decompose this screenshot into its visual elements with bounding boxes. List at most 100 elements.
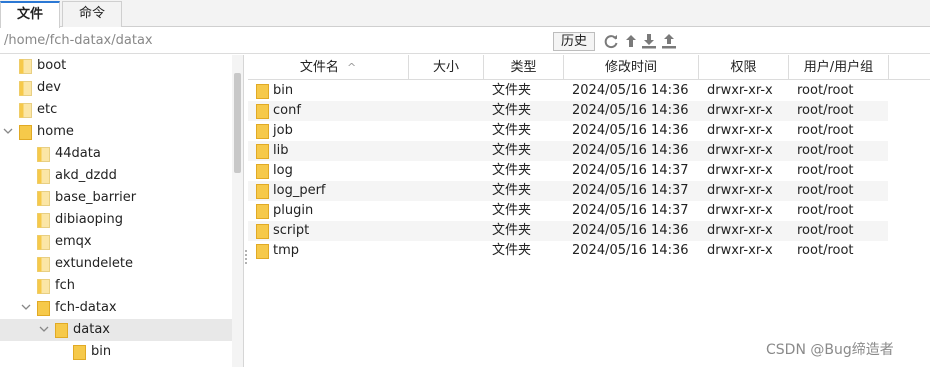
upload-arrow-icon[interactable] xyxy=(623,33,639,49)
tree-item-extundelete[interactable]: extundelete xyxy=(0,253,232,275)
tree-item-etc[interactable]: etc xyxy=(0,99,232,121)
file-list-header: 文件名 ^ 大小 类型 修改时间 权限 用户/用户组 xyxy=(248,55,930,80)
tree-item-datax[interactable]: datax xyxy=(0,319,232,341)
download-icon[interactable] xyxy=(641,33,657,49)
tree-item-label: emqx xyxy=(55,234,92,249)
file-name: log_perf xyxy=(273,183,326,198)
file-type: 文件夹 xyxy=(492,103,532,118)
file-name: script xyxy=(273,223,310,238)
tree-item-label: dev xyxy=(37,80,61,95)
tree-item-home[interactable]: home xyxy=(0,121,232,143)
file-row[interactable]: lib 文件夹 2024/05/16 14:36 drwxr-xr-x root/roo… xyxy=(248,141,888,161)
upload-icon[interactable] xyxy=(661,33,677,49)
scrollbar-thumb[interactable] xyxy=(234,73,241,173)
tree-item-fch[interactable]: fch xyxy=(0,275,232,297)
file-mtime: 2024/05/16 14:37 xyxy=(572,163,689,178)
directory-tree: boot dev etc home 44data akd_dzdd base_b… xyxy=(0,55,244,367)
file-row[interactable]: conf 文件夹 2024/05/16 14:36 drwxr-xr-x root/ro… xyxy=(248,101,888,121)
folder-icon xyxy=(19,103,32,118)
folder-icon xyxy=(37,169,50,184)
column-header-size[interactable]: 大小 xyxy=(409,55,484,80)
file-owner: root/root xyxy=(797,243,854,258)
file-row[interactable]: script 文件夹 2024/05/16 14:36 drwxr-xr-x root/… xyxy=(248,221,888,241)
file-mtime: 2024/05/16 14:36 xyxy=(572,243,689,258)
tree-item-base-barrier[interactable]: base_barrier xyxy=(0,187,232,209)
file-mtime: 2024/05/16 14:36 xyxy=(572,223,689,238)
refresh-icon[interactable] xyxy=(603,33,619,49)
file-name: job xyxy=(273,123,293,138)
file-type: 文件夹 xyxy=(492,143,532,158)
file-row[interactable]: plugin 文件夹 2024/05/16 14:37 drwxr-xr-x root/… xyxy=(248,201,888,221)
tab-files[interactable]: 文件 xyxy=(0,1,60,28)
tree-item-akd-dzdd[interactable]: akd_dzdd xyxy=(0,165,232,187)
tree-item-44data[interactable]: 44data xyxy=(0,143,232,165)
file-type: 文件夹 xyxy=(492,183,532,198)
folder-icon xyxy=(256,204,269,219)
file-list: 文件名 ^ 大小 类型 修改时间 权限 用户/用户组 bin 文件夹 2024/05… xyxy=(248,55,930,367)
file-owner: root/root xyxy=(797,83,854,98)
file-name: conf xyxy=(273,103,301,118)
file-type: 文件夹 xyxy=(492,83,532,98)
tree-item-dev[interactable]: dev xyxy=(0,77,232,99)
folder-icon xyxy=(37,257,50,272)
file-row[interactable]: bin 文件夹 2024/05/16 14:36 drwxr-xr-x root/roo… xyxy=(248,81,888,101)
file-row[interactable]: job 文件夹 2024/05/16 14:36 drwxr-xr-x root/roo… xyxy=(248,121,888,141)
tree-item-emqx[interactable]: emqx xyxy=(0,231,232,253)
folder-icon xyxy=(37,301,50,316)
tree-item-label: boot xyxy=(37,58,67,73)
file-mtime: 2024/05/16 14:36 xyxy=(572,103,689,118)
file-mtime: 2024/05/16 14:37 xyxy=(572,203,689,218)
file-row[interactable]: log_perf 文件夹 2024/05/16 14:37 drwxr-xr-x roo… xyxy=(248,181,888,201)
path-input[interactable]: /home/fch-datax/datax xyxy=(4,32,549,50)
folder-icon xyxy=(256,164,269,179)
folder-icon xyxy=(256,84,269,99)
tree-item-label: base_barrier xyxy=(55,190,137,205)
folder-icon xyxy=(37,235,50,250)
file-name: tmp xyxy=(273,243,300,258)
folder-icon xyxy=(256,144,269,159)
folder-icon xyxy=(73,345,86,360)
column-header-type[interactable]: 类型 xyxy=(484,55,564,80)
tree-item-label: home xyxy=(37,124,74,139)
tree-item-boot[interactable]: boot xyxy=(0,55,232,77)
file-permissions: drwxr-xr-x xyxy=(707,103,773,118)
watermark: CSDN @Bug缔造者 xyxy=(766,342,894,358)
tree-item-label: extundelete xyxy=(55,256,133,271)
file-type: 文件夹 xyxy=(492,223,532,238)
file-type: 文件夹 xyxy=(492,243,532,258)
chevron-down-icon[interactable] xyxy=(39,324,49,334)
folder-icon xyxy=(19,59,32,74)
file-name: bin xyxy=(273,83,294,98)
file-row[interactable]: log 文件夹 2024/05/16 14:37 drwxr-xr-x root/roo… xyxy=(248,161,888,181)
tree-item-label: dibiaoping xyxy=(55,212,124,227)
tree-scrollbar[interactable] xyxy=(232,55,243,367)
tab-commands[interactable]: 命令 xyxy=(62,1,122,27)
folder-icon xyxy=(256,244,269,259)
file-permissions: drwxr-xr-x xyxy=(707,223,773,238)
column-name-label: 文件名 xyxy=(299,60,339,75)
chevron-down-icon[interactable] xyxy=(21,302,31,312)
tree-item-bin[interactable]: bin xyxy=(0,341,232,363)
chevron-down-icon[interactable] xyxy=(3,126,13,136)
tree-item-label: etc xyxy=(37,102,58,117)
column-header-owner[interactable]: 用户/用户组 xyxy=(789,55,889,80)
file-type: 文件夹 xyxy=(492,203,532,218)
folder-icon xyxy=(37,147,50,162)
file-permissions: drwxr-xr-x xyxy=(707,243,773,258)
folder-icon xyxy=(256,184,269,199)
folder-icon xyxy=(55,323,68,338)
file-owner: root/root xyxy=(797,143,854,158)
file-type: 文件夹 xyxy=(492,123,532,138)
column-header-mtime[interactable]: 修改时间 xyxy=(564,55,699,80)
column-header-permissions[interactable]: 权限 xyxy=(699,55,789,80)
file-row[interactable]: tmp 文件夹 2024/05/16 14:36 drwxr-xr-x root/roo… xyxy=(248,241,888,261)
column-header-name[interactable]: 文件名 ^ xyxy=(248,55,409,80)
tree-item-dibiaoping[interactable]: dibiaoping xyxy=(0,209,232,231)
history-button[interactable]: 历史 xyxy=(553,32,595,51)
folder-icon xyxy=(256,224,269,239)
tree-item-fch-datax[interactable]: fch-datax xyxy=(0,297,232,319)
file-name: log xyxy=(273,163,293,178)
tree-item-label: datax xyxy=(73,322,110,337)
file-owner: root/root xyxy=(797,203,854,218)
file-owner: root/root xyxy=(797,103,854,118)
